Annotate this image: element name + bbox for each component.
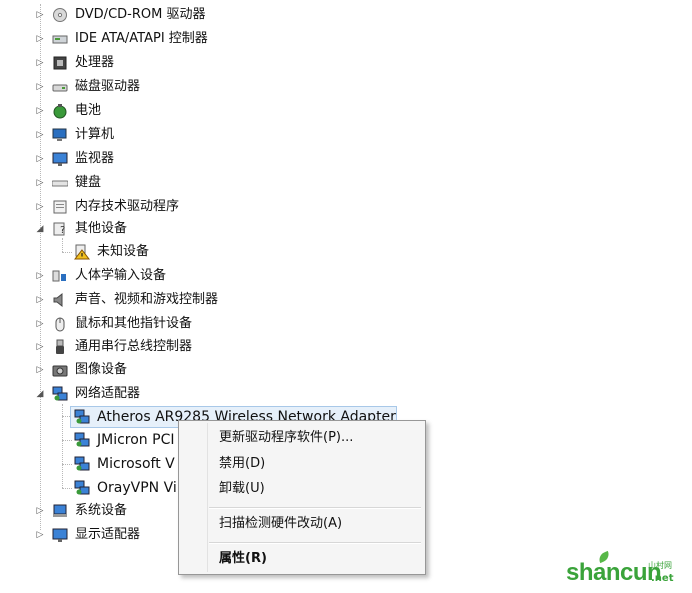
menu-item-properties[interactable]: 属性(R) [219, 550, 267, 568]
tree-item-label: 人体学输入设备 [75, 268, 167, 283]
tree-item-label: JMicron PCI [97, 432, 175, 448]
expand-arrow-icon[interactable]: ▷ [35, 52, 45, 74]
collapse-arrow-icon[interactable]: ◢ [35, 218, 45, 240]
network-adapter-icon [74, 456, 90, 471]
menu-separator [209, 542, 421, 544]
expand-arrow-icon[interactable]: ▷ [35, 265, 45, 287]
tree-item-label: DVD/CD-ROM 驱动器 [75, 7, 206, 22]
system-devices-icon [53, 504, 67, 517]
battery-icon [53, 104, 67, 119]
monitor-icon [52, 152, 68, 166]
dvd-drive-icon [53, 8, 67, 22]
collapse-arrow-icon[interactable]: ◢ [35, 383, 45, 405]
ide-controller-icon [52, 35, 68, 44]
display-adapter-icon [52, 528, 68, 542]
expand-arrow-icon[interactable]: ▷ [35, 196, 45, 218]
expand-arrow-icon[interactable]: ▷ [35, 313, 45, 335]
watermark-brand: shancun [566, 559, 662, 586]
expand-arrow-icon[interactable]: ▷ [35, 500, 45, 522]
tree-item-label: 电池 [75, 103, 102, 118]
tree-item-label: Microsoft V [97, 456, 175, 472]
expand-arrow-icon[interactable]: ▷ [35, 28, 45, 50]
tree-guide-line [62, 440, 72, 441]
expand-arrow-icon[interactable]: ▷ [35, 124, 45, 146]
mouse-icon [55, 317, 65, 332]
expand-arrow-icon[interactable]: ▷ [35, 76, 45, 98]
watermark-tld: .net [651, 573, 674, 584]
network-adapter-icon [74, 480, 90, 495]
tree-item-label: 鼠标和其他指针设备 [75, 316, 193, 331]
network-adapter-icon [52, 386, 68, 401]
tree-item-label: 其他设备 [75, 221, 128, 236]
sound-icon [53, 292, 63, 308]
tree-item-label: 声音、视频和游戏控制器 [75, 292, 219, 307]
expand-arrow-icon[interactable]: ▷ [35, 148, 45, 170]
keyboard-icon [52, 180, 68, 187]
unknown-device-warning-icon [74, 244, 90, 260]
expand-arrow-icon[interactable]: ▷ [35, 289, 45, 311]
tree-guide-line [62, 488, 72, 489]
disk-drive-icon [52, 84, 68, 92]
tree-guide-line [62, 464, 72, 465]
tree-item-label: 键盘 [75, 175, 102, 190]
camera-icon [52, 365, 68, 377]
tree-guide-line [62, 238, 63, 252]
network-adapter-icon [74, 432, 90, 447]
tree-item-label: IDE ATA/ATAPI 控制器 [75, 31, 208, 46]
tree-item-label: 图像设备 [75, 362, 128, 377]
tree-item-label: 显示适配器 [75, 527, 141, 542]
tree-guide-line [62, 252, 72, 253]
svg-text:?: ? [60, 225, 65, 236]
expand-arrow-icon[interactable]: ▷ [35, 336, 45, 358]
expand-arrow-icon[interactable]: ▷ [35, 4, 45, 26]
other-devices-icon: ? [53, 222, 65, 236]
tree-item-label: 监视器 [75, 151, 115, 166]
processor-icon [53, 56, 67, 70]
tree-item-label: 系统设备 [75, 503, 128, 518]
usb-icon [56, 339, 64, 354]
context-menu: 更新驱动程序软件(P)... 禁用(D) 卸载(U) 扫描检测硬件改动(A) 属… [178, 420, 426, 575]
expand-arrow-icon[interactable]: ▷ [35, 359, 45, 381]
tree-item-label: 网络适配器 [75, 386, 141, 401]
memory-technology-icon [53, 200, 67, 214]
tree-item-label: OrayVPN Vi [97, 480, 177, 496]
menu-item-disable[interactable]: 禁用(D) [219, 455, 265, 473]
menu-icon-gutter [207, 423, 208, 572]
menu-item-uninstall[interactable]: 卸载(U) [219, 480, 265, 498]
expand-arrow-icon[interactable]: ▷ [35, 524, 45, 546]
expand-arrow-icon[interactable]: ▷ [35, 172, 45, 194]
tree-item-label: 内存技术驱动程序 [75, 199, 180, 214]
network-adapter-icon [74, 409, 90, 424]
hid-icon [52, 270, 66, 282]
menu-separator [209, 507, 421, 509]
tree-item-label: 未知设备 [97, 244, 150, 259]
menu-item-scan-hardware[interactable]: 扫描检测硬件改动(A) [219, 515, 342, 533]
tree-item-label: 通用串行总线控制器 [75, 339, 193, 354]
computer-icon [52, 128, 67, 141]
tree-item-label: 处理器 [75, 55, 115, 70]
menu-item-update-driver[interactable]: 更新驱动程序软件(P)... [219, 429, 353, 447]
tree-item-label: 计算机 [75, 127, 115, 142]
tree-item-label: 磁盘驱动器 [75, 79, 141, 94]
expand-arrow-icon[interactable]: ▷ [35, 100, 45, 122]
watermark-sub: 山村网 [648, 561, 672, 570]
